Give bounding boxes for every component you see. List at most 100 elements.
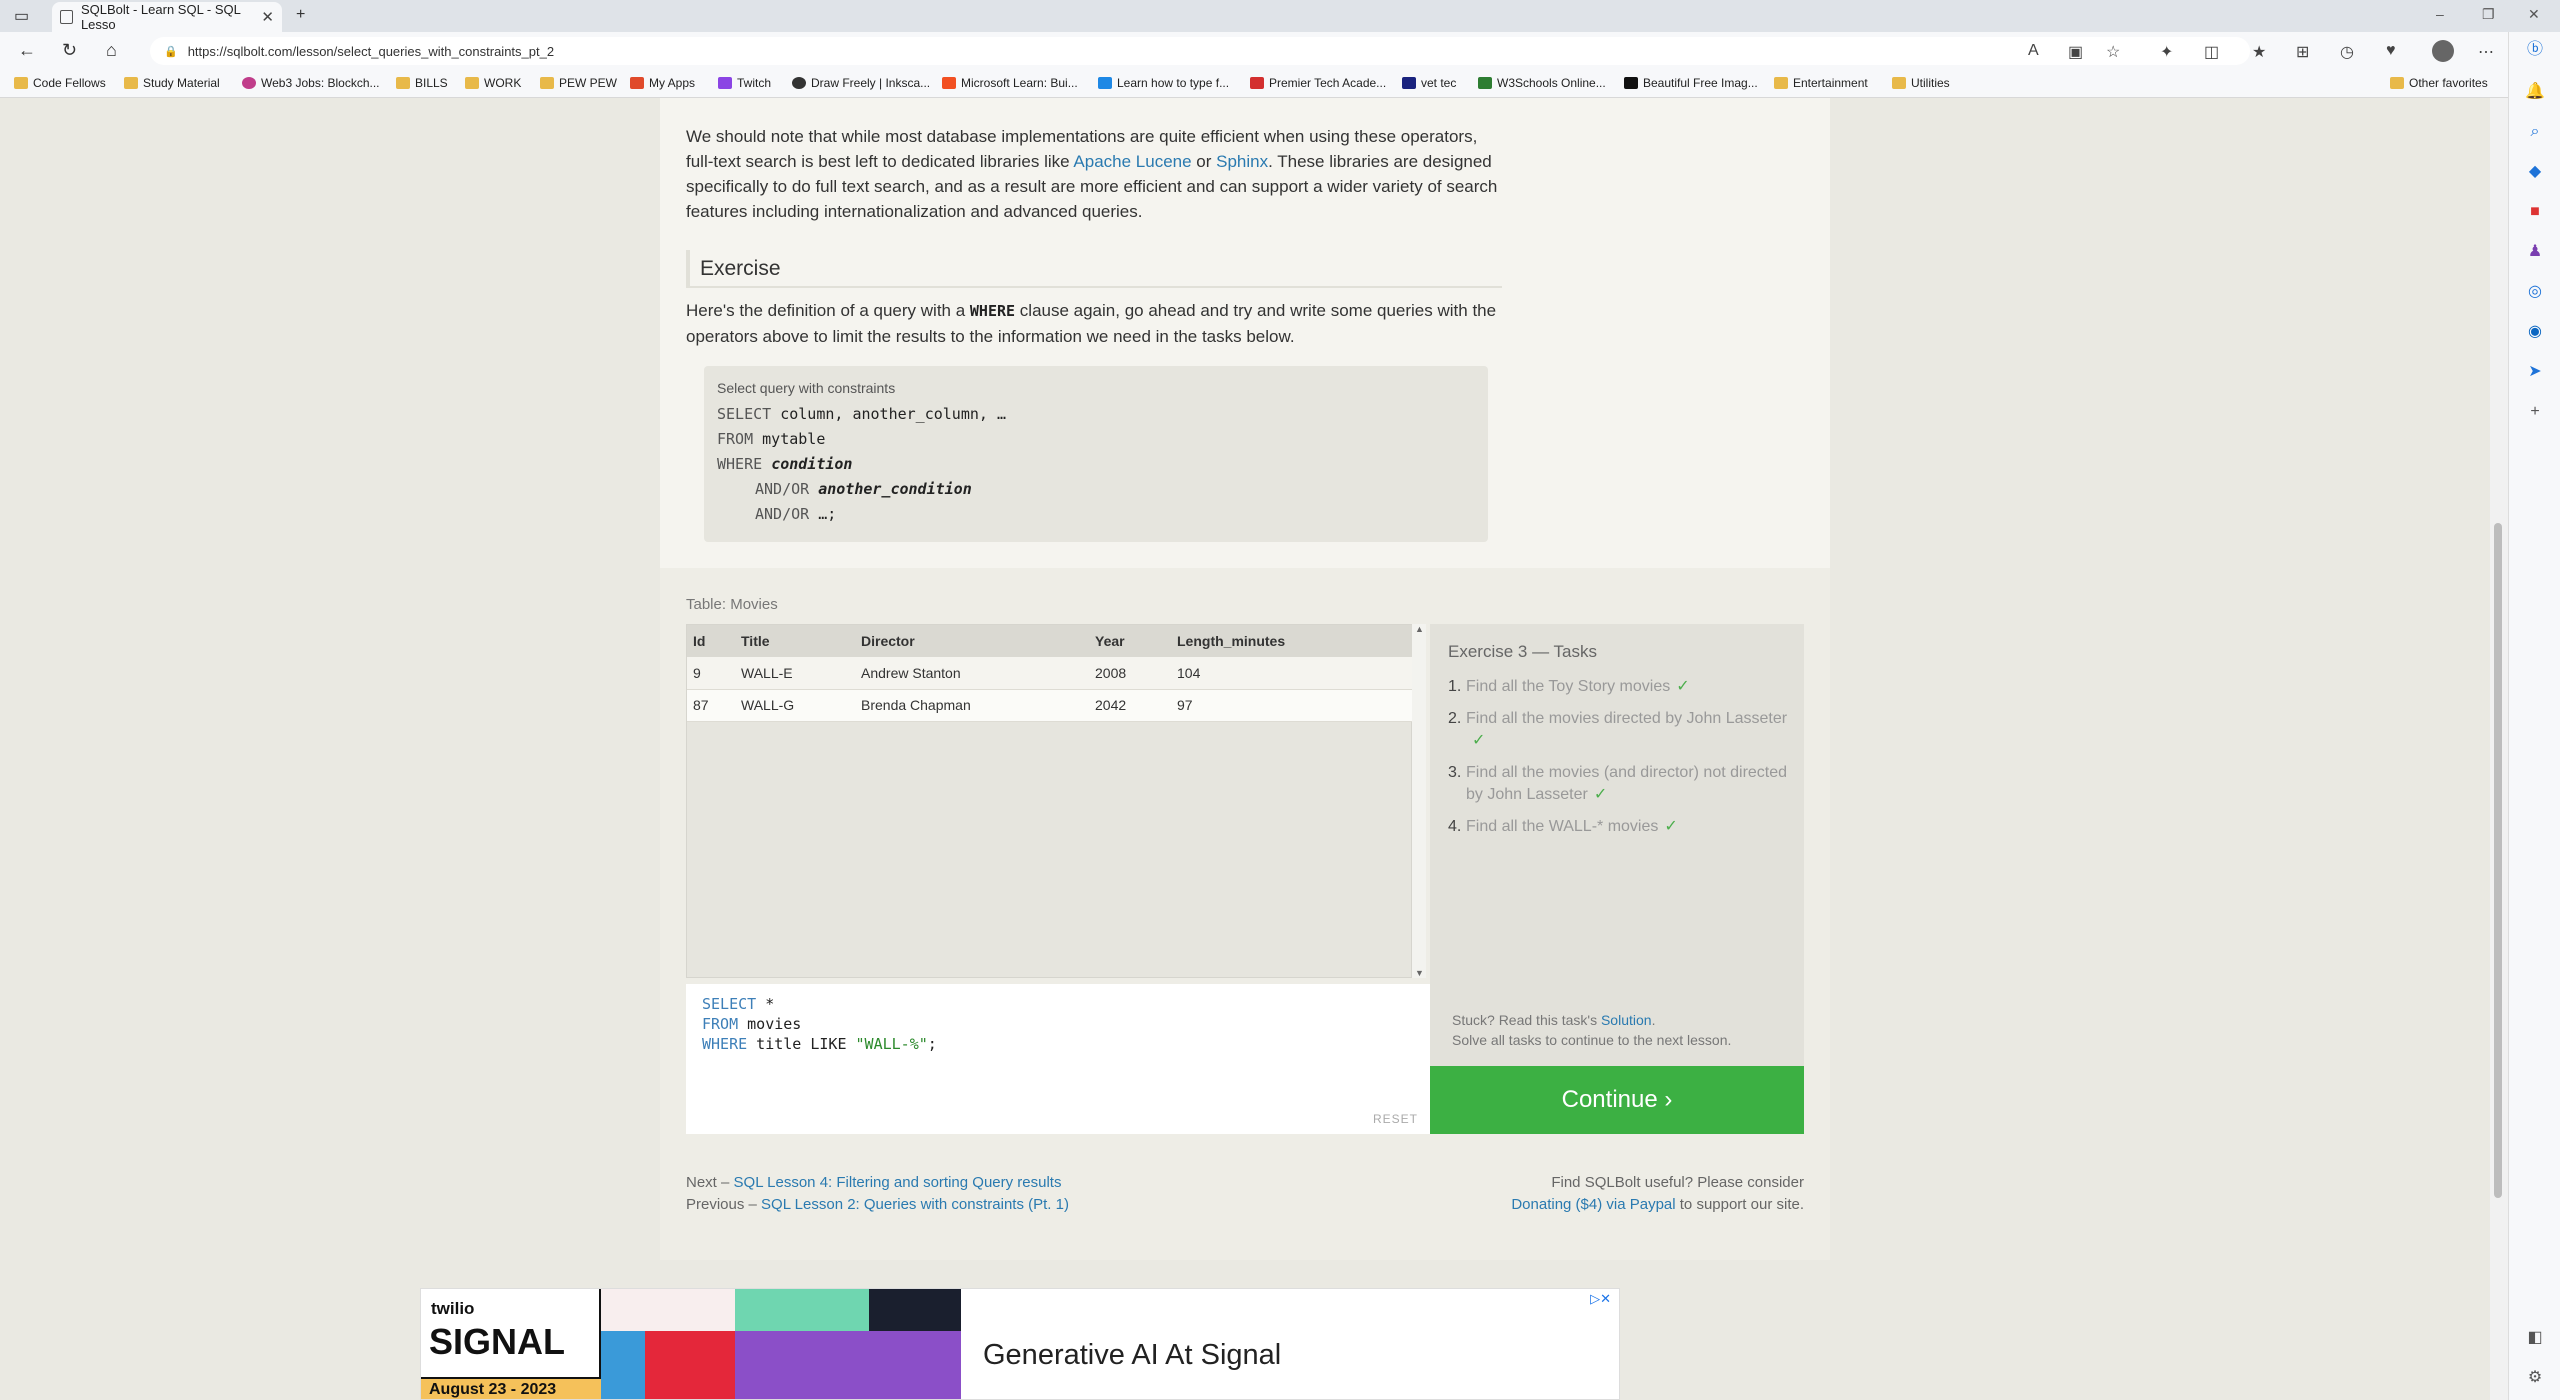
settings-gear-icon[interactable]: ⚙ [2525, 1368, 2545, 1388]
scroll-up-icon[interactable]: ▲ [1415, 624, 1424, 634]
query-text[interactable]: SELECT * FROM movies WHERE title LIKE "W… [702, 994, 1414, 1054]
reset-button[interactable]: RESET [1373, 1112, 1418, 1126]
hide-sidebar-icon[interactable]: ◧ [2525, 1328, 2545, 1348]
split-screen-icon[interactable]: ◫ [2204, 42, 2219, 62]
browser-essentials-icon[interactable]: ♥ [2386, 42, 2396, 60]
sphinx-link[interactable]: Sphinx [1216, 152, 1268, 171]
next-lesson-link[interactable]: SQL Lesson 4: Filtering and sorting Quer… [734, 1174, 1062, 1191]
tab-actions-icon[interactable]: ▭ [14, 6, 29, 26]
lock-icon: 🔒 [164, 45, 178, 58]
office-icon[interactable]: ◎ [2525, 282, 2545, 302]
bookmarks-bar: Code Fellows Study Material Web3 Jobs: B… [0, 70, 2560, 98]
continue-button[interactable]: Continue › [1430, 1066, 1804, 1134]
bookmark-item[interactable]: W3Schools Online... [1478, 76, 1606, 90]
table-cell: Brenda Chapman [855, 689, 1089, 722]
history-icon[interactable]: ◷ [2340, 42, 2354, 62]
refresh-icon[interactable]: ↻ [62, 40, 77, 61]
donate-link[interactable]: Donating ($4) via Paypal [1511, 1196, 1675, 1213]
tab-bar: ▭ SQLBolt - Learn SQL - SQL Lesso ✕ + – … [0, 0, 2560, 32]
reader-view-icon[interactable]: ▣ [2068, 42, 2083, 62]
bookmark-item[interactable]: Web3 Jobs: Blockch... [242, 76, 380, 90]
address-bar[interactable]: 🔒 https://sqlbolt.com/lesson/select_quer… [150, 37, 2250, 65]
table-cell: 97 [1171, 689, 1413, 722]
solution-link[interactable]: Solution [1601, 1012, 1652, 1028]
maximize-icon[interactable]: ❐ [2482, 6, 2495, 23]
checkmark-icon: ✓ [1664, 818, 1678, 835]
advertisement-banner[interactable]: twilio SIGNAL August 23 - 2023 Generativ… [420, 1288, 1620, 1400]
outlook-icon[interactable]: ◉ [2525, 322, 2545, 342]
table-scrollbar[interactable]: ▲ ▼ [1412, 624, 1426, 978]
table-cell: 104 [1171, 657, 1413, 690]
syntax-code: SELECT column, another_column, … FROM my… [717, 405, 1006, 523]
table-cell: 2008 [1089, 657, 1171, 690]
table-cell: WALL-G [735, 689, 855, 722]
bookmark-item[interactable]: BILLS [396, 76, 448, 90]
profile-avatar[interactable] [2432, 40, 2454, 62]
column-header: Length_minutes [1171, 625, 1413, 657]
tasks-panel: Exercise 3 — Tasks 1. Find all the Toy St… [1430, 624, 1804, 1134]
back-icon[interactable]: ← [18, 40, 36, 61]
toolbar: ← ↻ ⌂ 🔒 https://sqlbolt.com/lesson/selec… [0, 32, 2560, 70]
ad-brand: twilio [431, 1299, 475, 1318]
edge-sidebar: ⓑ 🔔 ⌕ ◆ ■ ♟ ◎ ◉ ➤ + ◧ ⚙ [2508, 32, 2560, 1400]
close-tab-icon[interactable]: ✕ [261, 8, 274, 26]
page-viewport: We should note that while most database … [0, 98, 2490, 1400]
add-sidebar-icon[interactable]: + [2525, 402, 2545, 422]
bookmark-item[interactable]: Microsoft Learn: Bui... [942, 76, 1078, 90]
task-item: 2. Find all the movies directed by John L… [1448, 710, 1788, 749]
results-table-pane: Id Title Director Year Length_minutes 9 … [686, 624, 1413, 978]
bookmark-item[interactable]: Code Fellows [14, 76, 106, 90]
page-scrollbar[interactable] [2490, 98, 2508, 1400]
tools-icon[interactable]: ■ [2525, 202, 2545, 222]
bookmark-item[interactable]: Learn how to type f... [1098, 76, 1229, 90]
table-cell: 87 [687, 689, 735, 722]
close-window-icon[interactable]: ✕ [2528, 6, 2540, 23]
scroll-down-icon[interactable]: ▼ [1415, 968, 1424, 978]
bookmark-item[interactable]: Twitch [718, 76, 771, 90]
bookmark-item[interactable]: My Apps [630, 76, 695, 90]
page-favicon-icon [60, 10, 73, 24]
bookmark-item[interactable]: PEW PEW [540, 76, 617, 90]
tab-active[interactable]: SQLBolt - Learn SQL - SQL Lesso ✕ [52, 2, 282, 32]
scrollbar-thumb[interactable] [2494, 523, 2502, 1198]
url-text: https://sqlbolt.com/lesson/select_querie… [187, 43, 555, 59]
apache-lucene-link[interactable]: Apache Lucene [1073, 152, 1191, 171]
bookmark-item[interactable]: Study Material [124, 76, 220, 90]
ad-close-icon[interactable]: ▷✕ [1590, 1291, 1611, 1307]
shopping-icon[interactable]: ◆ [2525, 162, 2545, 182]
previous-lesson-link[interactable]: SQL Lesson 2: Queries with constraints (… [761, 1196, 1069, 1213]
paragraph-exercise-intro: Here's the definition of a query with a … [686, 301, 1497, 346]
table-row: 87 WALL-G Brenda Chapman 2042 97 [687, 689, 1413, 722]
table-cell: 2042 [1089, 689, 1171, 722]
tasks-title: Exercise 3 — Tasks [1448, 642, 1597, 661]
bookmark-item[interactable]: Beautiful Free Imag... [1624, 76, 1758, 90]
bookmark-item[interactable]: WORK [465, 76, 521, 90]
stuck-hint: Stuck? Read this task's Solution. Solve a… [1452, 1012, 1732, 1048]
bookmark-item[interactable]: vet tec [1402, 76, 1456, 90]
bing-icon[interactable]: ⓑ [2525, 40, 2545, 60]
drop-icon[interactable]: ➤ [2525, 362, 2545, 382]
bookmark-item[interactable]: Utilities [1892, 76, 1950, 90]
bookmark-item[interactable]: Premier Tech Acade... [1250, 76, 1386, 90]
games-icon[interactable]: ♟ [2525, 242, 2545, 262]
column-header: Id [687, 625, 735, 657]
bookmark-item[interactable]: Draw Freely | Inksca... [792, 76, 930, 90]
ad-logo: twilio SIGNAL August 23 - 2023 [421, 1289, 601, 1399]
other-favorites[interactable]: Other favorites [2390, 76, 2488, 90]
results-table: Id Title Director Year Length_minutes 9 … [687, 625, 1413, 722]
notifications-icon[interactable]: 🔔 [2525, 82, 2545, 102]
more-menu-icon[interactable]: ⋯ [2478, 42, 2494, 62]
favorites-icon[interactable]: ★ [2252, 42, 2266, 62]
new-tab-icon[interactable]: + [296, 6, 305, 24]
read-aloud-icon[interactable]: A [2028, 42, 2039, 60]
minimize-icon[interactable]: – [2436, 6, 2444, 22]
task-item: 4. Find all the WALL-* movies ✓ [1448, 818, 1678, 835]
table-header-row: Id Title Director Year Length_minutes [687, 625, 1413, 657]
search-icon[interactable]: ⌕ [2525, 122, 2545, 142]
extensions-icon[interactable]: ✦ [2160, 42, 2173, 62]
home-icon[interactable]: ⌂ [106, 40, 117, 61]
query-editor[interactable]: SELECT * FROM movies WHERE title LIKE "W… [686, 984, 1430, 1134]
favorite-star-icon[interactable]: ☆ [2106, 42, 2120, 62]
collections-icon[interactable]: ⊞ [2296, 42, 2309, 62]
bookmark-item[interactable]: Entertainment [1774, 76, 1868, 90]
